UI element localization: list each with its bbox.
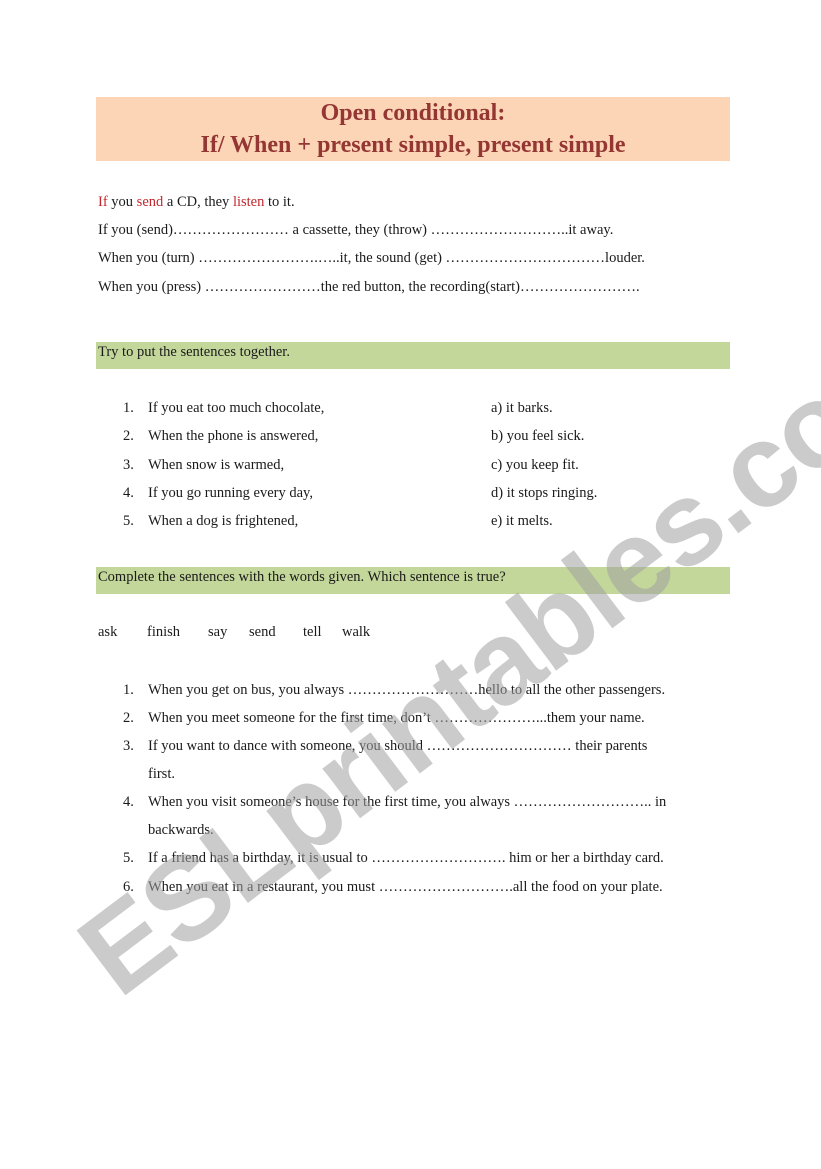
- list-number: 5.: [123, 513, 134, 529]
- title-line-2: If/ When + present simple, present simpl…: [200, 132, 626, 158]
- gap-fill-sentence: If you want to dance with someone, you s…: [148, 738, 648, 754]
- exercise1-sentence: When you (turn) …………………….…..it, the soun…: [98, 250, 645, 266]
- gap-fill-sentence: When you get on bus, you always ………………………: [148, 682, 666, 698]
- gap-fill-sentence: If a friend has a birthday, it is usual …: [148, 850, 664, 866]
- exercise1-sentence: If you (send)…………………… a cassette, they (…: [98, 222, 614, 238]
- worksheet-page: Open conditional: If/ When + present sim…: [0, 0, 821, 1169]
- example-you: you: [107, 194, 137, 210]
- list-number: 1.: [123, 682, 134, 698]
- word-bank-item: ask: [98, 624, 118, 640]
- example-sentence: If you send a CD, they listen to it.: [98, 194, 295, 211]
- example-send: send: [136, 194, 164, 210]
- list-number: 4.: [123, 794, 134, 810]
- list-number: 3.: [123, 738, 134, 754]
- sentence-start: When a dog is frightened,: [148, 513, 299, 529]
- example-end: to it.: [264, 194, 295, 210]
- word-bank-item: tell: [303, 624, 322, 640]
- word-bank-item: walk: [342, 624, 371, 640]
- list-number: 2.: [123, 710, 134, 726]
- sentence-ending: a) it barks.: [491, 400, 553, 416]
- sentence-start: When the phone is answered,: [148, 428, 319, 444]
- sentence-ending: c) you keep fit.: [491, 457, 579, 473]
- word-bank-item: say: [208, 624, 228, 640]
- list-number: 2.: [123, 428, 134, 444]
- title-line-1: Open conditional:: [320, 100, 506, 126]
- gap-fill-sentence: When you visit someone’s house for the f…: [148, 794, 667, 810]
- section2-header: Try to put the sentences together.: [96, 342, 730, 369]
- word-bank-item: finish: [147, 624, 181, 640]
- word-bank-item: send: [249, 624, 276, 640]
- example-listen: listen: [232, 194, 265, 210]
- sentence-ending: b) you feel sick.: [491, 428, 585, 444]
- sentence-start: When snow is warmed,: [148, 457, 285, 473]
- section3-header: Complete the sentences with the words gi…: [96, 567, 730, 594]
- sentence-ending: e) it melts.: [491, 513, 553, 529]
- list-number: 3.: [123, 457, 134, 473]
- title-banner: Open conditional: If/ When + present sim…: [96, 97, 730, 161]
- list-number: 5.: [123, 850, 134, 866]
- gap-fill-sentence: When you meet someone for the first time…: [148, 710, 645, 726]
- sentence-start: If you go running every day,: [148, 485, 313, 501]
- list-number: 4.: [123, 485, 134, 501]
- example-if: If: [98, 194, 108, 210]
- sentence-ending: d) it stops ringing.: [491, 485, 598, 501]
- gap-fill-sentence: When you eat in a restaurant, you must ……: [148, 879, 663, 895]
- list-number: 6.: [123, 879, 134, 895]
- gap-fill-sentence-continued: first.: [148, 766, 175, 782]
- exercise1-sentence: When you (press) ……………………the red button,…: [98, 279, 640, 295]
- sentence-start: If you eat too much chocolate,: [148, 400, 325, 416]
- example-mid: a CD, they: [163, 194, 233, 210]
- list-number: 1.: [123, 400, 134, 416]
- gap-fill-sentence-continued: backwards.: [148, 822, 214, 838]
